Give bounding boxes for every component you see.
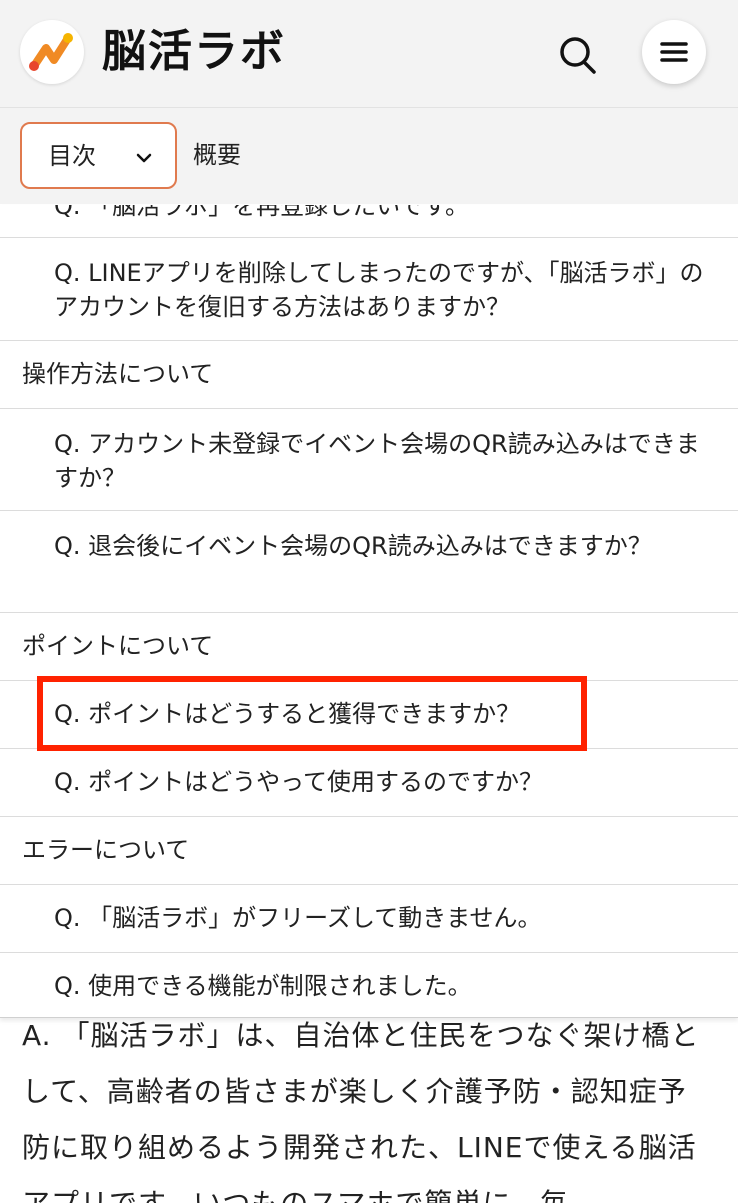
toc-dropdown[interactable]: 目次 bbox=[20, 122, 177, 189]
toc-section[interactable]: 操作方法について bbox=[0, 340, 738, 408]
toc-item[interactable]: Q. 使用できる機能が制限されました。 bbox=[0, 952, 738, 1017]
toc-item[interactable]: Q. ポイントはどうやって使用するのですか？ bbox=[0, 748, 738, 816]
chevron-down-icon bbox=[136, 153, 152, 163]
toc-item[interactable]: Q. LINEアプリを削除してしまったのですが、「脳活ラボ」のアカウントを復旧す… bbox=[0, 237, 738, 340]
toc-item[interactable]: Q. 退会後にイベント会場のQR読み込みはできますか？ bbox=[0, 510, 738, 612]
toc-list: Q. 「脳活ラボ」を再登録したいです。 Q. LINEアプリを削除してしまったの… bbox=[0, 205, 738, 1018]
hamburger-menu-icon bbox=[660, 42, 688, 62]
toc-section[interactable]: エラーについて bbox=[0, 816, 738, 884]
search-icon[interactable] bbox=[552, 30, 602, 80]
toc-item[interactable]: Q. 「脳活ラボ」がフリーズして動きません。 bbox=[0, 884, 738, 952]
article-body-text: A. 「脳活ラボ」は、自治体と住民をつなぐ架け橋として、高齢者の皆さまが楽しく介… bbox=[22, 1019, 700, 1203]
toc-item[interactable]: Q. アカウント未登録でイベント会場のQR読み込みはできますか？ bbox=[0, 408, 738, 510]
highlight-annotation bbox=[37, 676, 587, 751]
hamburger-menu-button[interactable] bbox=[642, 20, 706, 84]
toc-section[interactable]: ポイントについて bbox=[0, 612, 738, 680]
toc-overview-link[interactable]: 概要 bbox=[193, 140, 241, 170]
logo-text[interactable]: 脳活ラボ bbox=[102, 22, 286, 82]
site-header: 脳活ラボ bbox=[0, 0, 738, 108]
logo-icon[interactable] bbox=[20, 20, 84, 84]
toc-dropdown-label: 目次 bbox=[48, 142, 96, 170]
toc-item[interactable]: Q. 「脳活ラボ」を再登録したいです。 bbox=[0, 205, 738, 239]
